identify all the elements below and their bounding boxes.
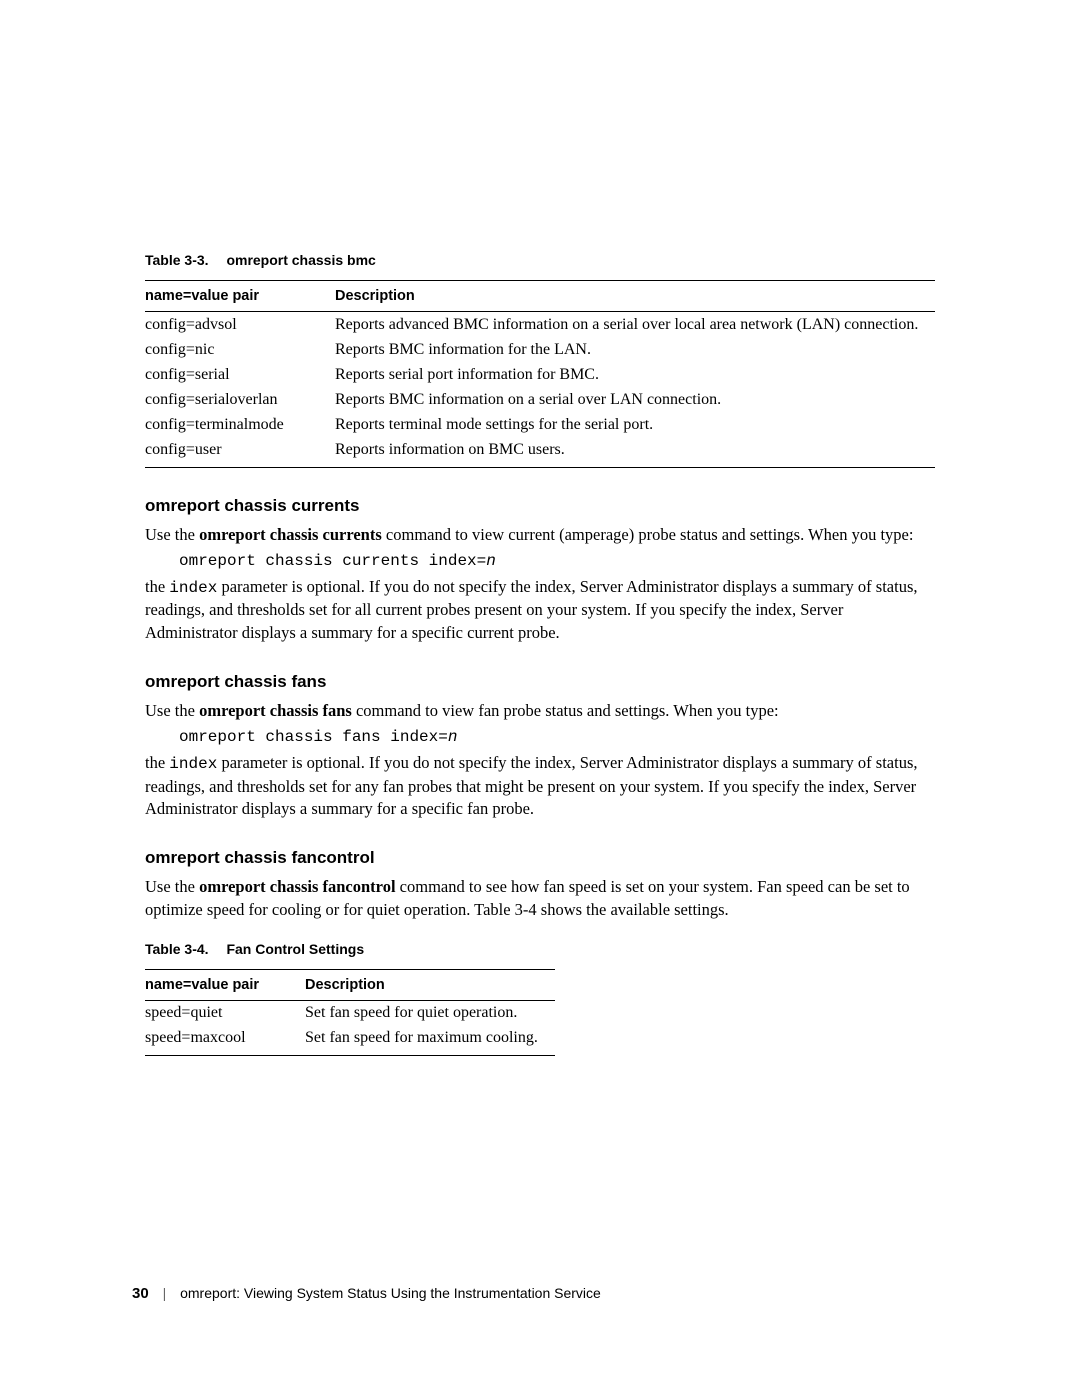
code-var: n — [448, 728, 458, 746]
code-text: omreport chassis currents index= — [179, 552, 486, 570]
cell-name: config=serial — [145, 362, 335, 387]
table-3-3-head-desc: Description — [335, 281, 935, 312]
text: Use the — [145, 525, 199, 544]
table-3-4-head-desc: Description — [305, 969, 555, 1000]
table-row: config=serialoverlan Reports BMC informa… — [145, 387, 935, 412]
cell-name: config=advsol — [145, 312, 335, 338]
text: the — [145, 753, 169, 772]
page-footer: 30 | omreport: Viewing System Status Usi… — [132, 1285, 601, 1302]
table-row: config=serial Reports serial port inform… — [145, 362, 935, 387]
section-fancontrol-title: omreport chassis fancontrol — [145, 848, 935, 868]
command-bold: omreport chassis currents — [199, 525, 382, 544]
table-3-3-number: Table 3-3. — [145, 252, 209, 268]
section-currents-para2: the index parameter is optional. If you … — [145, 576, 935, 644]
text: the — [145, 577, 169, 596]
text: Use the — [145, 877, 199, 896]
text: parameter is optional. If you do not spe… — [145, 577, 918, 642]
table-3-3-caption: Table 3-3. omreport chassis bmc — [145, 252, 935, 268]
footer-text: omreport: Viewing System Status Using th… — [180, 1285, 601, 1301]
cell-desc: Reports BMC information for the LAN. — [335, 337, 935, 362]
section-currents-para1: Use the omreport chassis currents comman… — [145, 524, 935, 546]
text: parameter is optional. If you do not spe… — [145, 753, 918, 818]
cell-desc: Reports information on BMC users. — [335, 437, 935, 467]
text: Use the — [145, 701, 199, 720]
command-bold: omreport chassis fans — [199, 701, 352, 720]
table-3-3-head-name: name=value pair — [145, 281, 335, 312]
cell-desc: Reports serial port information for BMC. — [335, 362, 935, 387]
cell-desc: Reports terminal mode settings for the s… — [335, 412, 935, 437]
section-fans-para1: Use the omreport chassis fans command to… — [145, 700, 935, 722]
code-text: omreport chassis fans index= — [179, 728, 448, 746]
table-row: speed=quiet Set fan speed for quiet oper… — [145, 1000, 555, 1026]
cell-name: speed=quiet — [145, 1000, 305, 1026]
table-3-4-number: Table 3-4. — [145, 941, 209, 957]
table-3-4-title: Fan Control Settings — [226, 941, 364, 957]
command-bold: omreport chassis fancontrol — [199, 877, 395, 896]
inline-code: index — [169, 579, 217, 597]
section-fans-para2: the index parameter is optional. If you … — [145, 752, 935, 820]
cell-name: config=nic — [145, 337, 335, 362]
table-3-4-caption: Table 3-4. Fan Control Settings — [145, 941, 935, 957]
table-row: config=advsol Reports advanced BMC infor… — [145, 312, 935, 338]
section-fancontrol-para1: Use the omreport chassis fancontrol comm… — [145, 876, 935, 921]
cell-name: config=user — [145, 437, 335, 467]
cell-desc: Set fan speed for quiet operation. — [305, 1000, 555, 1026]
table-3-3-title: omreport chassis bmc — [226, 252, 375, 268]
page-number: 30 — [132, 1285, 149, 1302]
code-var: n — [486, 552, 496, 570]
footer-divider: | — [163, 1285, 167, 1301]
section-currents-title: omreport chassis currents — [145, 496, 935, 516]
table-3-4: name=value pair Description speed=quiet … — [145, 969, 555, 1057]
cell-name: config=serialoverlan — [145, 387, 335, 412]
text: command to view fan probe status and set… — [352, 701, 779, 720]
table-row: config=terminalmode Reports terminal mod… — [145, 412, 935, 437]
table-row: config=user Reports information on BMC u… — [145, 437, 935, 467]
cell-desc: Set fan speed for maximum cooling. — [305, 1026, 555, 1056]
table-3-4-head-name: name=value pair — [145, 969, 305, 1000]
section-fans-title: omreport chassis fans — [145, 672, 935, 692]
cell-desc: Reports advanced BMC information on a se… — [335, 312, 935, 338]
table-row: speed=maxcool Set fan speed for maximum … — [145, 1026, 555, 1056]
inline-code: index — [169, 755, 217, 773]
table-3-3: name=value pair Description config=advso… — [145, 280, 935, 468]
section-fans-code: omreport chassis fans index=n — [179, 728, 935, 746]
page: Table 3-3. omreport chassis bmc name=val… — [0, 0, 1080, 1397]
table-row: config=nic Reports BMC information for t… — [145, 337, 935, 362]
cell-name: config=terminalmode — [145, 412, 335, 437]
section-currents-code: omreport chassis currents index=n — [179, 552, 935, 570]
text: command to view current (amperage) probe… — [382, 525, 914, 544]
cell-desc: Reports BMC information on a serial over… — [335, 387, 935, 412]
cell-name: speed=maxcool — [145, 1026, 305, 1056]
